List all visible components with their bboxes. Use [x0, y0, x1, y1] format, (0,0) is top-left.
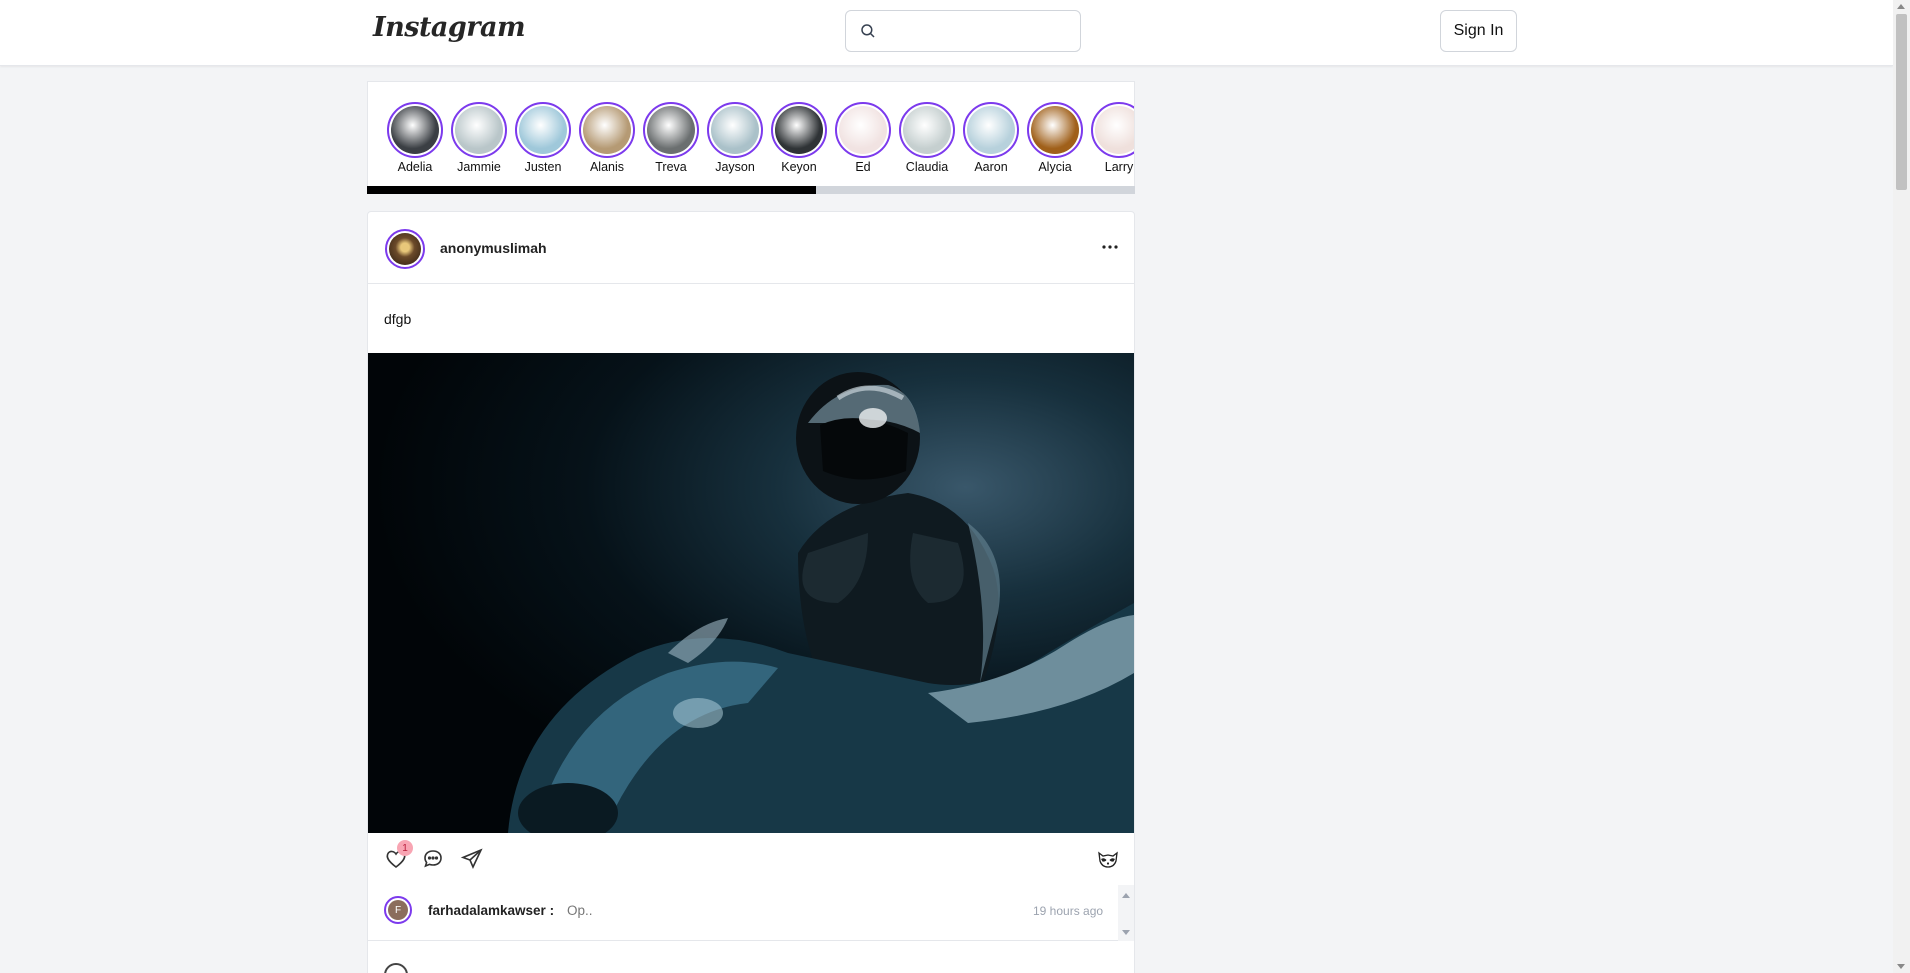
- story-avatar[interactable]: [387, 102, 443, 158]
- story-username: Claudia: [905, 160, 949, 174]
- story-username: Aaron: [974, 160, 1008, 174]
- story-treva[interactable]: Treva: [639, 102, 703, 174]
- story-username: Larry: [1104, 160, 1134, 174]
- story-username: Alanis: [589, 160, 625, 174]
- stories-scrollbar[interactable]: [367, 186, 1135, 194]
- story-jayson[interactable]: Jayson: [703, 102, 767, 174]
- story-username: Ed: [855, 160, 871, 174]
- story-ed[interactable]: Ed: [831, 102, 895, 174]
- post-author-avatar[interactable]: [385, 229, 425, 269]
- story-claudia[interactable]: Claudia: [895, 102, 959, 174]
- scroll-down-arrow-icon[interactable]: [1897, 964, 1905, 969]
- story-avatar[interactable]: [963, 102, 1019, 158]
- story-alycia[interactable]: Alycia: [1023, 102, 1087, 174]
- story-username: Justen: [524, 160, 562, 174]
- story-keyon[interactable]: Keyon: [767, 102, 831, 174]
- story-avatar[interactable]: [643, 102, 699, 158]
- story-username: Keyon: [781, 160, 817, 174]
- story-username: Adelia: [397, 160, 433, 174]
- story-username: Treva: [655, 160, 687, 174]
- story-avatar[interactable]: [899, 102, 955, 158]
- story-avatar[interactable]: [579, 102, 635, 158]
- likes-count-badge: 1: [397, 840, 413, 856]
- story-adelia[interactable]: Adelia: [383, 102, 447, 174]
- raccoon-icon[interactable]: [1096, 847, 1120, 871]
- story-justen[interactable]: Justen: [511, 102, 575, 174]
- story-username: Alycia: [1038, 160, 1072, 174]
- comment-username[interactable]: farhadalamkawser :: [428, 903, 554, 918]
- top-navbar: Instagram Sign In: [0, 0, 1893, 66]
- comments-scrollbar[interactable]: [1118, 885, 1134, 941]
- story-avatar[interactable]: [451, 102, 507, 158]
- page-scrollbar[interactable]: [1893, 0, 1910, 973]
- comment-timestamp: 19 hours ago: [1033, 904, 1104, 918]
- stories-scroll-thumb[interactable]: [367, 186, 817, 194]
- post-author-username[interactable]: anonymuslimah: [440, 240, 547, 256]
- story-alanis[interactable]: Alanis: [575, 102, 639, 174]
- page-scroll-thumb[interactable]: [1896, 14, 1907, 190]
- story-avatar[interactable]: [1091, 102, 1134, 158]
- comments-section: F farhadalamkawser : Op.. 19 hours ago: [368, 885, 1134, 941]
- story-avatar[interactable]: [515, 102, 571, 158]
- scroll-up-arrow-icon[interactable]: [1897, 4, 1905, 9]
- motorcycle-rider-illustration: [508, 372, 1134, 833]
- post-image[interactable]: [368, 353, 1134, 833]
- search-input[interactable]: [886, 17, 1071, 45]
- post-card: anonymuslimah dfgb 1 F farhadalamkawser …: [367, 211, 1135, 973]
- story-avatar[interactable]: [771, 102, 827, 158]
- comment-text: Op..: [567, 903, 593, 918]
- story-aaron[interactable]: Aaron: [959, 102, 1023, 174]
- next-avatar: [384, 963, 408, 973]
- comment-icon[interactable]: [421, 847, 445, 871]
- story-avatar[interactable]: [1027, 102, 1083, 158]
- story-avatar[interactable]: [835, 102, 891, 158]
- comment-avatar[interactable]: F: [384, 896, 412, 924]
- story-jammie[interactable]: Jammie: [447, 102, 511, 174]
- story-avatar[interactable]: [707, 102, 763, 158]
- search-box[interactable]: [845, 10, 1081, 52]
- stories-bar: Adelia Jammie Justen Alanis Treva Jayson Keyon…: [367, 81, 1135, 194]
- instagram-logo[interactable]: Instagram: [373, 12, 526, 43]
- share-icon[interactable]: [460, 847, 484, 871]
- post-actions: 1: [368, 833, 1134, 885]
- scroll-up-arrow-icon[interactable]: [1122, 893, 1130, 898]
- story-larry[interactable]: Larry: [1087, 102, 1134, 174]
- sign-in-button[interactable]: Sign In: [1440, 10, 1517, 52]
- scroll-down-arrow-icon[interactable]: [1122, 930, 1130, 935]
- post-header: anonymuslimah: [368, 212, 1134, 284]
- search-icon: [861, 24, 875, 38]
- story-username: Jayson: [715, 160, 755, 174]
- story-username: Jammie: [457, 160, 501, 174]
- more-icon[interactable]: [1098, 237, 1122, 257]
- post-caption: dfgb: [384, 311, 412, 327]
